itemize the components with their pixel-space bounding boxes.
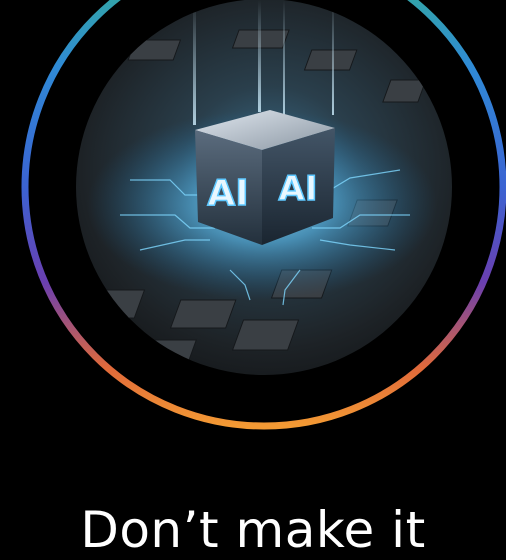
- hero-illustration: AI AI: [0, 0, 506, 527]
- ai-cube: AI AI: [195, 110, 335, 245]
- ai-label-left: AI: [207, 173, 248, 214]
- caption-text: Don’t make it: [80, 501, 426, 559]
- ai-label-right: AI: [279, 169, 318, 209]
- ai-chip-illustration: AI AI: [21, 0, 506, 430]
- circuit-board-image: AI AI: [76, 0, 452, 375]
